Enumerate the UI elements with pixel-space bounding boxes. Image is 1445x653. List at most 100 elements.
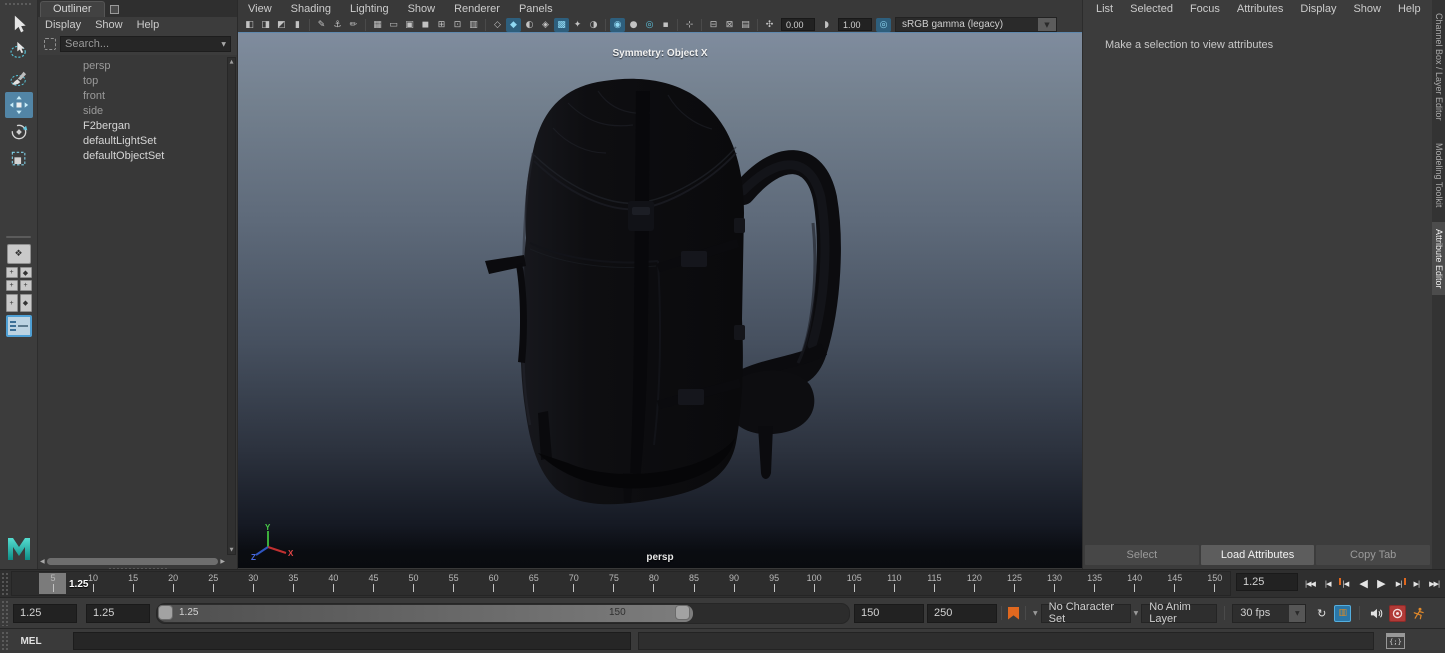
rotate-tool[interactable]: [5, 119, 33, 145]
range-slider-drag-handle[interactable]: [1, 600, 10, 626]
view-selected-icon[interactable]: ⊟: [706, 18, 721, 32]
animation-preferences-icon[interactable]: [1410, 605, 1427, 622]
outliner-item-defaultobjectset[interactable]: defaultObjectSet: [38, 148, 227, 163]
divider[interactable]: [365, 19, 366, 31]
step-forward-frame-button[interactable]: ▶|: [1408, 573, 1426, 595]
flat-shade-icon[interactable]: ◐: [522, 18, 537, 32]
move-tool[interactable]: [5, 92, 33, 118]
character-set-dropdown[interactable]: No Character Set: [1041, 604, 1131, 623]
layout-single-pane-button[interactable]: ❖: [7, 244, 31, 264]
filter-icon[interactable]: [44, 38, 56, 50]
wireframe-icon[interactable]: ◇: [490, 18, 505, 32]
time-slider-track[interactable]: 1.25 5 10 15: [11, 571, 1231, 596]
outliner-menu-display[interactable]: Display: [45, 19, 81, 31]
fps-dropdown[interactable]: 30 fps ▼: [1232, 604, 1306, 623]
color-management-icon[interactable]: ◎: [876, 18, 891, 32]
paint-select-tool[interactable]: [5, 65, 33, 91]
resolution-gate-icon[interactable]: ▣: [402, 18, 417, 32]
range-end-handle[interactable]: [675, 605, 690, 620]
film-gate-icon[interactable]: ▭: [386, 18, 401, 32]
anim-layer-option-icon[interactable]: ▼: [1134, 610, 1139, 617]
grease-edit-icon[interactable]: ✏: [346, 18, 361, 32]
depth-of-field-icon[interactable]: ▪: [658, 18, 673, 32]
step-back-frame-button[interactable]: |◀: [1319, 573, 1337, 595]
attribute-editor-menu-selected[interactable]: Selected: [1130, 3, 1173, 15]
anim-layer-dropdown[interactable]: No Anim Layer: [1141, 604, 1217, 623]
isolate-select-icon[interactable]: ⊹: [682, 18, 697, 32]
playback-loop-icon[interactable]: ↻: [1313, 605, 1330, 622]
layout-pane-diamond-button[interactable]: ◆: [20, 267, 32, 278]
viewport-menu-view[interactable]: View: [248, 3, 272, 15]
viewport-menu-panels[interactable]: Panels: [519, 3, 553, 15]
outliner-item-side[interactable]: side: [38, 103, 227, 118]
command-input[interactable]: [73, 632, 631, 650]
select-tool[interactable]: [5, 11, 33, 37]
attribute-editor-menu-display[interactable]: Display: [1300, 3, 1336, 15]
select-camera-icon[interactable]: ◧: [242, 18, 257, 32]
script-editor-icon[interactable]: {;}: [1386, 633, 1405, 649]
layout-outliner-persp-button[interactable]: [6, 315, 32, 337]
attribute-editor-menu-help[interactable]: Help: [1398, 3, 1421, 15]
go-to-start-button[interactable]: |◀◀: [1301, 573, 1319, 595]
outliner-horizontal-scrollbar[interactable]: ◀ ▶: [40, 557, 225, 566]
ssao-icon[interactable]: ◉: [610, 18, 625, 32]
outliner-menu-show[interactable]: Show: [95, 19, 123, 31]
animation-start-field[interactable]: 1.25: [13, 604, 77, 623]
viewport-menu-renderer[interactable]: Renderer: [454, 3, 500, 15]
scroll-down-icon[interactable]: ▼: [230, 547, 234, 553]
playback-start-field[interactable]: 1.25: [86, 604, 150, 623]
divider[interactable]: [485, 19, 486, 31]
grid-icon[interactable]: ▦: [370, 18, 385, 32]
auto-keyframe-icon[interactable]: [1389, 605, 1406, 622]
panel-popout-icon[interactable]: [110, 5, 119, 14]
smooth-shade-icon[interactable]: ◆: [506, 18, 521, 32]
anti-alias-icon[interactable]: ◎: [642, 18, 657, 32]
scroll-right-icon[interactable]: ▶: [220, 558, 225, 565]
command-line-drag-handle[interactable]: [1, 631, 10, 651]
gamma-icon[interactable]: ◗: [819, 18, 834, 32]
exposure-field[interactable]: 0.00: [781, 18, 815, 31]
search-input[interactable]: [65, 38, 221, 50]
view-transform-dropdown[interactable]: sRGB gamma (legacy) ▼: [895, 17, 1057, 32]
layout-split-right-button[interactable]: +: [20, 280, 32, 291]
layout-persp-pane-button[interactable]: ◆: [20, 294, 32, 312]
divider[interactable]: [309, 19, 310, 31]
command-language-toggle[interactable]: MEL: [11, 636, 51, 647]
textured-icon[interactable]: ▩: [554, 18, 569, 32]
range-slider[interactable]: 1.25 150: [156, 603, 850, 624]
gamma-field[interactable]: 1.00: [838, 18, 872, 31]
gate-mask-icon[interactable]: ◼: [418, 18, 433, 32]
outliner-item-persp[interactable]: persp: [38, 58, 227, 73]
step-forward-key-button[interactable]: ▶|: [1390, 573, 1408, 595]
attribute-editor-menu-attributes[interactable]: Attributes: [1237, 3, 1283, 15]
button-copy-tab[interactable]: Copy Tab: [1316, 545, 1430, 565]
time-slider-drag-handle[interactable]: [1, 572, 10, 595]
image-plane-icon[interactable]: ▤: [738, 18, 753, 32]
grease-frame-icon[interactable]: ⚓: [330, 18, 345, 32]
motion-blur-icon[interactable]: ●: [626, 18, 641, 32]
divider[interactable]: [757, 19, 758, 31]
outliner-vertical-scrollbar[interactable]: ▲ ▼: [227, 57, 236, 555]
viewport-menu-lighting[interactable]: Lighting: [350, 3, 389, 15]
layout-two-pane-button[interactable]: +: [6, 294, 18, 312]
outliner-item-defaultlightset[interactable]: defaultLightSet: [38, 133, 227, 148]
sidebar-tab-modeling-toolkit[interactable]: Modeling Toolkit: [1432, 136, 1445, 214]
viewport-menu-shading[interactable]: Shading: [291, 3, 331, 15]
shadows-icon[interactable]: ◑: [586, 18, 601, 32]
wireframe-on-shaded-icon[interactable]: ◈: [538, 18, 553, 32]
step-back-key-button[interactable]: |◀: [1337, 573, 1355, 595]
safe-action-icon[interactable]: ⊞: [434, 18, 449, 32]
divider[interactable]: [677, 19, 678, 31]
grease-pencil-icon[interactable]: ✎: [314, 18, 329, 32]
safe-title-icon[interactable]: ⊡: [450, 18, 465, 32]
viewport-canvas[interactable]: Symmetry: Object X: [238, 32, 1082, 568]
dropdown-button[interactable]: ▼: [1038, 18, 1056, 31]
search-dropdown-icon[interactable]: ▼: [221, 41, 226, 48]
layout-split-left-button[interactable]: +: [6, 280, 18, 291]
fps-dropdown-button[interactable]: ▼: [1289, 605, 1305, 622]
character-set-option-icon[interactable]: ▼: [1033, 610, 1038, 617]
sidebar-tab-channel-box-layer-editor[interactable]: Channel Box / Layer Editor: [1432, 6, 1445, 128]
command-result-field[interactable]: [638, 632, 1374, 650]
current-time-field[interactable]: 1.25: [1236, 573, 1298, 591]
play-backwards-button[interactable]: ◀: [1354, 573, 1372, 595]
